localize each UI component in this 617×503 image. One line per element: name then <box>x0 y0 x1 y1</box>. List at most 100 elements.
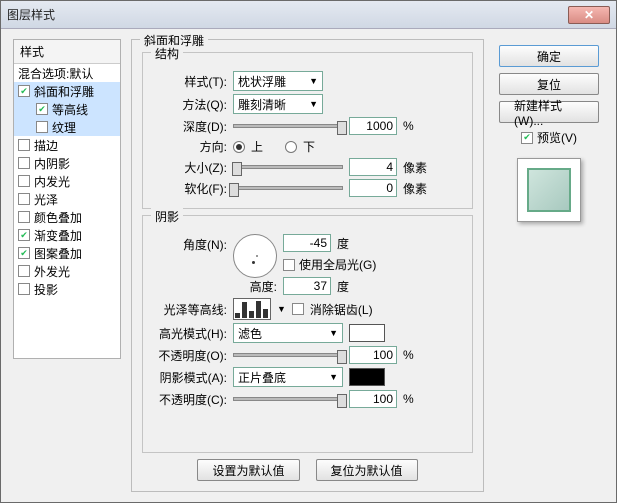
new-style-button[interactable]: 新建样式(W)... <box>499 101 599 123</box>
style-item-checkbox[interactable]: ✔ <box>18 85 30 97</box>
technique-select[interactable]: 雕刻清晰 ▼ <box>233 94 323 114</box>
chevron-down-icon: ▼ <box>329 328 338 338</box>
style-item-label: 描边 <box>34 137 58 154</box>
style-item-checkbox[interactable]: ✔ <box>18 247 30 259</box>
highlight-opacity-unit: % <box>403 348 431 362</box>
bevel-group: 斜面和浮雕 结构 样式(T): 枕状浮雕▼ 方法(Q): <box>131 39 484 492</box>
chevron-down-icon: ▼ <box>329 372 338 382</box>
gloss-contour-label: 光泽等高线: <box>153 301 227 318</box>
highlight-mode-label: 高光模式(H): <box>153 325 227 342</box>
style-item-2[interactable]: ✔等高线 <box>14 100 120 118</box>
styles-header: 样式 <box>14 40 120 64</box>
style-item-checkbox[interactable] <box>18 139 30 151</box>
styles-listbox: 样式 混合选项:默认✔斜面和浮雕✔等高线纹理描边内阴影内发光光泽颜色叠加 ✔ 渐变叠… <box>13 39 121 359</box>
shading-legend: 阴影 <box>151 208 183 225</box>
angle-unit: 度 <box>337 235 349 252</box>
structure-legend: 结构 <box>151 45 183 62</box>
direction-up-radio[interactable] <box>233 141 245 153</box>
angle-dial[interactable] <box>233 234 277 278</box>
style-item-12[interactable]: 投影 <box>14 280 120 298</box>
altitude-label: 高度: <box>227 278 277 295</box>
depth-slider[interactable] <box>233 124 343 128</box>
style-item-4[interactable]: 描边 <box>14 136 120 154</box>
size-slider[interactable] <box>233 165 343 169</box>
highlight-opacity-input[interactable]: 100 <box>349 346 397 364</box>
technique-label: 方法(Q): <box>153 96 227 113</box>
style-item-label: 纹理 <box>52 119 76 136</box>
altitude-input[interactable]: 37 <box>283 277 331 295</box>
technique-value: 雕刻清晰 <box>238 96 286 113</box>
preview-checkbox[interactable]: ✔ <box>521 132 533 144</box>
global-light-checkbox[interactable] <box>283 259 295 271</box>
size-input[interactable]: 4 <box>349 158 397 176</box>
shading-group: 阴影 角度(N): -45 度 <box>142 215 473 453</box>
shadow-opacity-slider[interactable] <box>233 397 343 401</box>
close-button[interactable]: ✕ <box>568 6 610 24</box>
style-item-checkbox[interactable] <box>18 157 30 169</box>
depth-label: 深度(D): <box>153 118 227 135</box>
style-item-5[interactable]: 内阴影 <box>14 154 120 172</box>
highlight-mode-value: 滤色 <box>238 325 262 342</box>
style-item-label: 光泽 <box>34 191 58 208</box>
window-title: 图层样式 <box>7 6 568 23</box>
highlight-color-swatch[interactable] <box>349 324 385 342</box>
chevron-down-icon: ▼ <box>309 76 318 86</box>
shadow-opacity-input[interactable]: 100 <box>349 390 397 408</box>
angle-label: 角度(N): <box>153 234 227 253</box>
shadow-mode-value: 正片叠底 <box>238 369 286 386</box>
global-light-label: 使用全局光(G) <box>299 256 376 273</box>
highlight-opacity-label: 不透明度(O): <box>153 347 227 364</box>
style-item-8[interactable]: 颜色叠加 <box>14 208 120 226</box>
chevron-down-icon[interactable]: ▼ <box>277 304 286 314</box>
soften-input[interactable]: 0 <box>349 179 397 197</box>
direction-down-radio[interactable] <box>285 141 297 153</box>
style-label: 样式(T): <box>153 73 227 90</box>
highlight-mode-select[interactable]: 滤色 ▼ <box>233 323 343 343</box>
depth-unit: % <box>403 119 431 133</box>
style-item-1[interactable]: ✔斜面和浮雕 <box>14 82 120 100</box>
style-item-7[interactable]: 光泽 <box>14 190 120 208</box>
ok-button[interactable]: 确定 <box>499 45 599 67</box>
style-select[interactable]: 枕状浮雕 ▼ <box>233 71 323 91</box>
antialias-checkbox[interactable] <box>292 303 304 315</box>
style-item-label: 外发光 <box>34 263 70 280</box>
style-item-0[interactable]: 混合选项:默认 <box>14 64 120 82</box>
style-item-checkbox[interactable] <box>18 175 30 187</box>
style-item-checkbox[interactable] <box>18 265 30 277</box>
style-item-checkbox[interactable] <box>36 121 48 133</box>
angle-input[interactable]: -45 <box>283 234 331 252</box>
shadow-color-swatch[interactable] <box>349 368 385 386</box>
reset-button[interactable]: 复位 <box>499 73 599 95</box>
altitude-unit: 度 <box>337 278 349 295</box>
soften-unit: 像素 <box>403 180 431 197</box>
style-item-checkbox[interactable]: ✔ <box>18 229 30 241</box>
antialias-label: 消除锯齿(L) <box>310 301 373 318</box>
preview-label: 预览(V) <box>537 129 577 146</box>
style-item-11[interactable]: 外发光 <box>14 262 120 280</box>
style-item-label: 内发光 <box>34 173 70 190</box>
shadow-opacity-unit: % <box>403 392 431 406</box>
highlight-opacity-slider[interactable] <box>233 353 343 357</box>
depth-input[interactable]: 1000 <box>349 117 397 135</box>
gloss-contour-picker[interactable] <box>233 298 271 320</box>
size-unit: 像素 <box>403 159 431 176</box>
shadow-mode-select[interactable]: 正片叠底 ▼ <box>233 367 343 387</box>
style-item-checkbox[interactable] <box>18 283 30 295</box>
style-value: 枕状浮雕 <box>238 73 286 90</box>
style-item-3[interactable]: 纹理 <box>14 118 120 136</box>
style-item-10[interactable]: ✔ 图案叠加 <box>14 244 120 262</box>
style-item-label: 渐变叠加 <box>34 227 82 244</box>
chevron-down-icon: ▼ <box>309 99 318 109</box>
style-item-label: 图案叠加 <box>34 245 82 262</box>
style-item-checkbox[interactable] <box>18 211 30 223</box>
style-item-9[interactable]: ✔ 渐变叠加 <box>14 226 120 244</box>
set-default-button[interactable]: 设置为默认值 <box>197 459 299 481</box>
shadow-opacity-label: 不透明度(C): <box>153 391 227 408</box>
style-item-checkbox[interactable] <box>18 193 30 205</box>
style-item-checkbox[interactable]: ✔ <box>36 103 48 115</box>
reset-default-button[interactable]: 复位为默认值 <box>316 459 418 481</box>
preview-thumbnail <box>517 158 581 222</box>
structure-group: 结构 样式(T): 枕状浮雕▼ 方法(Q): 雕刻清晰▼ <box>142 52 473 209</box>
style-item-6[interactable]: 内发光 <box>14 172 120 190</box>
soften-slider[interactable] <box>233 186 343 190</box>
